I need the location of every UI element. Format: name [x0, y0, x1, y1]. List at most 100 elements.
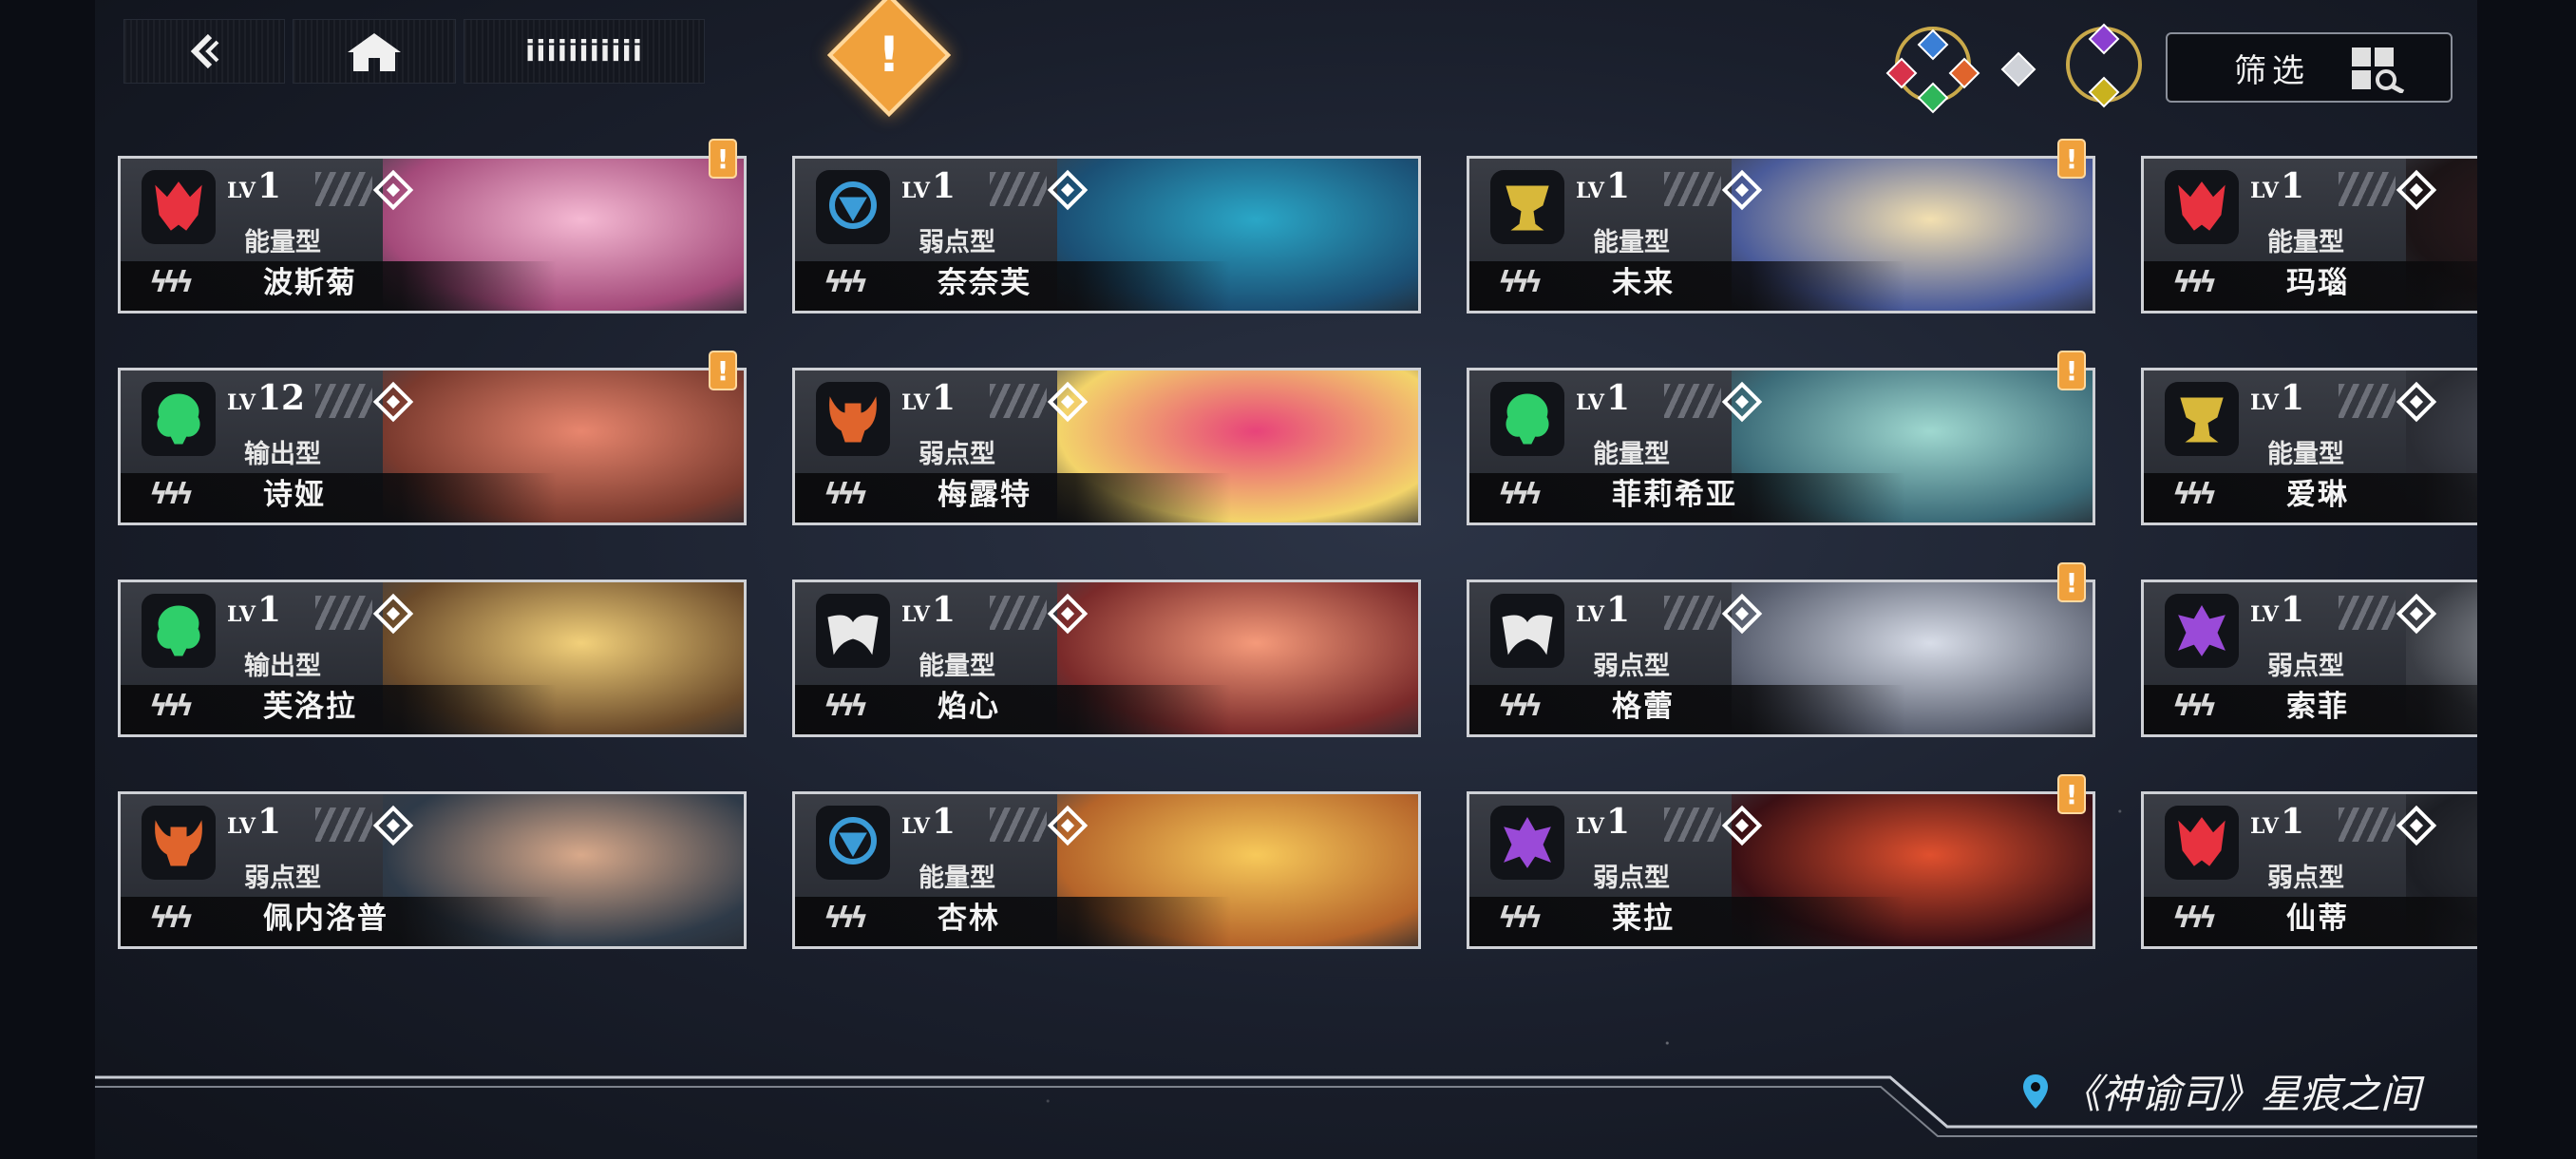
level-value: 1 [2280, 590, 2304, 630]
role-type: 输出型 [244, 440, 321, 469]
element-badge [1490, 382, 1564, 456]
level-value: 1 [931, 590, 956, 630]
level-label: LV1 [227, 166, 281, 206]
lightning-rank-icon: ϟϟϟ [149, 478, 194, 511]
character-card[interactable]: LV1 能量型 ϟϟϟ 波斯菊 [118, 156, 747, 314]
level-label: LV1 [227, 590, 281, 630]
location-label: 《神谕司》星痕之间 [2021, 1062, 2420, 1120]
gold-element-icon [1506, 185, 1549, 231]
role-type: 能量型 [1593, 440, 1670, 469]
level-label: LV12 [227, 378, 305, 418]
alert-badge[interactable]: ! [2057, 562, 2086, 602]
level-value: 1 [256, 802, 281, 842]
name-bar [795, 261, 1418, 311]
name-bar [1469, 261, 2093, 311]
level-value: 12 [256, 378, 306, 418]
lightning-rank-icon: ϟϟϟ [149, 266, 194, 299]
level-label: LV1 [2250, 378, 2304, 418]
level-label: LV1 [1576, 590, 1630, 630]
name-bar [121, 473, 744, 522]
level-prefix: LV [2250, 814, 2279, 839]
alert-badge[interactable]: ! [2057, 774, 2086, 814]
lightning-rank-icon: ϟϟϟ [2172, 902, 2217, 935]
level-prefix: LV [1576, 390, 1604, 415]
character-card[interactable]: LV1 能量型 ϟϟϟ 爱琳 [2141, 368, 2477, 525]
level-label: LV1 [1576, 802, 1630, 842]
lightning-rank-icon: ϟϟϟ [824, 266, 868, 299]
character-card[interactable]: LV1 弱点型 ϟϟϟ 佩内洛普 [118, 791, 747, 949]
wood-element-icon [157, 393, 200, 445]
level-value: 1 [931, 166, 956, 206]
level-value: 1 [931, 802, 956, 842]
back-button[interactable] [123, 19, 285, 84]
alert-badge[interactable]: ! [2057, 139, 2086, 179]
filter-button[interactable]: 筛选 [2166, 32, 2453, 103]
wood-element-icon [157, 605, 200, 656]
name-bar [121, 261, 744, 311]
alert-badge[interactable]: ! [709, 139, 737, 179]
name-bar [795, 685, 1418, 734]
element-badge [142, 170, 216, 244]
level-value: 1 [1605, 378, 1630, 418]
gold-element-icon [2180, 397, 2224, 443]
lightning-rank-icon: ϟϟϟ [824, 902, 868, 935]
level-prefix: LV [1576, 814, 1604, 839]
character-card[interactable]: LV1 能量型 ϟϟϟ 焰心 [792, 580, 1421, 737]
level-label: LV1 [901, 802, 956, 842]
lightning-rank-icon: ϟϟϟ [2172, 266, 2217, 299]
role-type: 输出型 [244, 652, 321, 681]
alert-notice-icon[interactable]: ! [826, 0, 952, 118]
element-badge [1490, 170, 1564, 244]
role-type: 弱点型 [919, 228, 995, 257]
filter-label: 筛选 [2234, 51, 2310, 90]
character-name: 菲莉希亚 [1612, 478, 1737, 512]
lightning-rank-icon: ϟϟϟ [2172, 690, 2217, 723]
character-name: 波斯菊 [263, 266, 357, 300]
level-prefix: LV [227, 602, 256, 627]
fire-element-icon [155, 181, 202, 231]
level-value: 1 [931, 378, 956, 418]
character-card[interactable]: LV1 能量型 ϟϟϟ 菲莉希亚 [1467, 368, 2095, 525]
home-button[interactable] [293, 19, 456, 84]
level-label: LV1 [227, 802, 281, 842]
element-badge [816, 806, 890, 880]
character-card[interactable]: LV1 弱点型 ϟϟϟ 索菲 [2141, 580, 2477, 737]
lightning-rank-icon: ϟϟϟ [149, 902, 194, 935]
name-bar [795, 897, 1418, 946]
character-card[interactable]: LV1 输出型 ϟϟϟ 芙洛拉 [118, 580, 747, 737]
character-name: 杏林 [938, 902, 1000, 936]
character-card[interactable]: LV1 能量型 ϟϟϟ 杏林 [792, 791, 1421, 949]
lightning-rank-icon: ϟϟϟ [1498, 902, 1543, 935]
character-name: 玛瑙 [2286, 266, 2349, 300]
character-card[interactable]: LV1 弱点型 ϟϟϟ 仙蒂 [2141, 791, 2477, 949]
role-type: 能量型 [1593, 228, 1670, 257]
stripe-decoration [315, 808, 372, 842]
character-card[interactable]: LV1 弱点型 ϟϟϟ 格蕾 [1467, 580, 2095, 737]
character-name: 芙洛拉 [263, 690, 357, 724]
character-card[interactable]: LV1 弱点型 ϟϟϟ 莱拉 [1467, 791, 2095, 949]
level-label: LV1 [901, 378, 956, 418]
character-card[interactable]: LV1 能量型 ϟϟϟ 玛瑙 [2141, 156, 2477, 314]
character-name: 佩内洛普 [263, 902, 388, 936]
beast-element-icon [829, 396, 877, 443]
level-value: 1 [2280, 378, 2304, 418]
lightning-rank-icon: ϟϟϟ [1498, 266, 1543, 299]
stripe-decoration [315, 596, 372, 630]
element-badge [142, 594, 216, 668]
level-prefix: LV [901, 602, 930, 627]
level-prefix: LV [901, 179, 930, 203]
role-type: 弱点型 [1593, 864, 1670, 893]
lightning-rank-icon: ϟϟϟ [149, 690, 194, 723]
alert-badge[interactable]: ! [709, 351, 737, 390]
alert-badge[interactable]: ! [2057, 351, 2086, 390]
level-value: 1 [2280, 166, 2304, 206]
character-card[interactable]: LV12 输出型 ϟϟϟ 诗娅 [118, 368, 747, 525]
role-type: 能量型 [2267, 228, 2344, 257]
name-bar [121, 897, 744, 946]
character-card[interactable]: LV1 弱点型 ϟϟϟ 奈奈芙 [792, 156, 1421, 314]
character-name: 莱拉 [1612, 902, 1675, 936]
level-value: 1 [1605, 166, 1630, 206]
character-card[interactable]: LV1 弱点型 ϟϟϟ 梅露特 [792, 368, 1421, 525]
character-card[interactable]: LV1 能量型 ϟϟϟ 未来 [1467, 156, 2095, 314]
character-name: 梅露特 [938, 478, 1032, 512]
